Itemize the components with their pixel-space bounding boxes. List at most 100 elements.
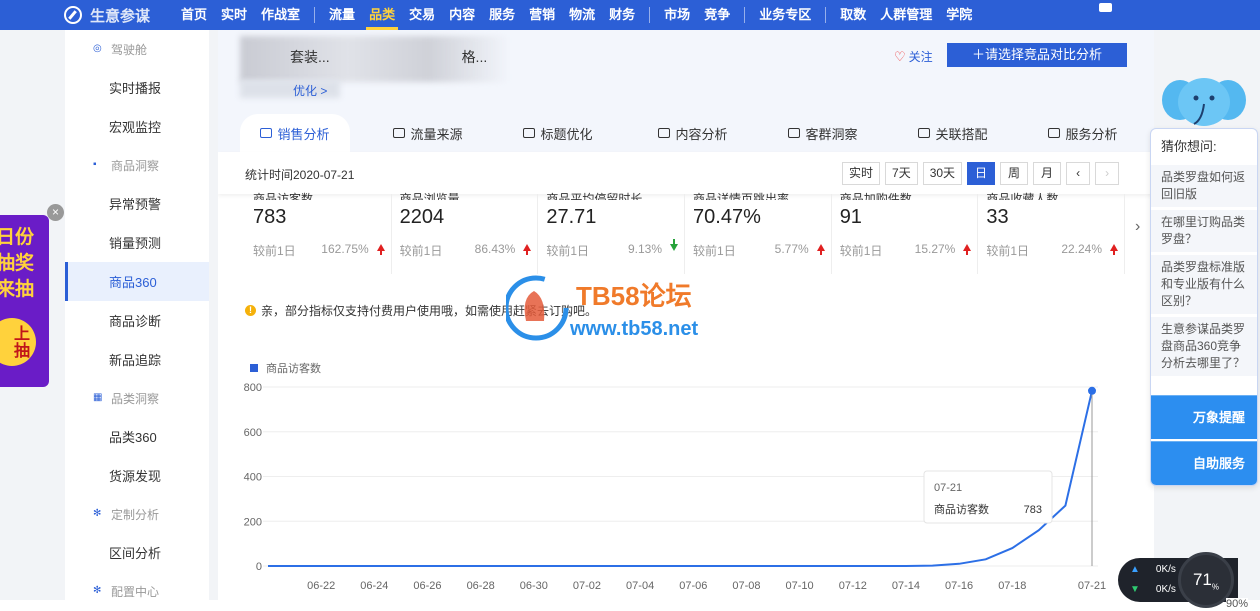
sidebar-group[interactable]: ✻ 定制分析 <box>65 495 209 533</box>
nav-item[interactable]: 学院 <box>939 0 979 30</box>
range-button[interactable]: 7天 <box>885 162 918 185</box>
helper-question[interactable]: 生意参谋品类罗盘商品360竞争分析去哪里了？ <box>1151 317 1257 376</box>
chevron-right-icon[interactable]: › <box>1135 218 1140 236</box>
sidebar-item[interactable]: 宏观监控 <box>65 107 209 146</box>
plus-icon: ＋ <box>971 47 985 62</box>
upload-unit: K/s <box>1161 564 1176 575</box>
nav-item[interactable]: 服务 <box>482 0 522 30</box>
follow-button[interactable]: ♡ 关注 <box>894 48 933 65</box>
metric-card[interactable]: 商品访客数 783 较前1日 162.75% <box>245 192 392 274</box>
nav-item[interactable]: 实时 <box>214 0 254 30</box>
helper-question[interactable]: 品类罗盘如何返回旧版 <box>1151 165 1257 207</box>
nav-separator <box>825 7 827 23</box>
metric-card[interactable]: 商品详情页跳出率 70.47% 较前1日 5.77% <box>685 192 832 274</box>
metric-card[interactable]: 商品浏览量 2204 较前1日 86.43% <box>392 192 539 274</box>
tab-6[interactable]: 服务分析 <box>1028 114 1138 152</box>
sidebar-group[interactable]: ▦ 品类洞察 <box>65 379 209 417</box>
nav-item[interactable]: 业务专区 <box>752 0 818 30</box>
download-unit: K/s <box>1161 584 1176 595</box>
analysis-tabs: 销售分析 流量来源 标题优化 内容分析 客群洞察 关联搭配 服务分析 <box>218 114 1154 152</box>
range-button[interactable]: 周 <box>1000 162 1029 185</box>
promo-banner[interactable]: 日份 抽奖 来抽 上抽 <box>0 215 49 387</box>
nav-item[interactable]: 人群管理 <box>873 0 939 30</box>
tab-3[interactable]: 内容分析 <box>638 114 748 152</box>
sidebar-group[interactable]: ◎ 驾驶舱 <box>65 30 209 68</box>
y-tick-label: 600 <box>244 427 262 439</box>
sidebar-item[interactable]: 商品360 <box>65 262 209 301</box>
range-button[interactable]: 实时 <box>842 162 881 185</box>
nav-item[interactable]: 竞争 <box>697 0 737 30</box>
tab-2[interactable]: 标题优化 <box>503 114 613 152</box>
reminder-button[interactable]: 万象提醒 <box>1151 395 1257 439</box>
self-service-button[interactable]: 自助服务 <box>1151 441 1257 485</box>
gear-icon: ✻ <box>93 508 102 519</box>
app-logo[interactable]: 生意参谋 <box>64 5 174 26</box>
elephant-mascot-icon[interactable] <box>1160 74 1248 132</box>
sidebar-item[interactable]: 品类360 <box>65 417 209 456</box>
helper-question[interactable]: 在哪里订购品类罗盘？ <box>1151 210 1257 252</box>
compare-competitor-button[interactable]: ＋请选择竞品对比分析 <box>947 43 1127 67</box>
metric-compare-label: 较前1日 <box>986 244 1030 258</box>
watermark-url: www.tb58.net <box>569 318 699 340</box>
stat-time: 统计时间2020-07-21 <box>245 168 355 182</box>
sidebar-item[interactable]: 货源发现 <box>65 456 209 495</box>
tab-5[interactable]: 关联搭配 <box>898 114 1008 152</box>
range-button[interactable]: 30天 <box>922 162 963 185</box>
metric-change: 15.27% <box>914 242 956 256</box>
nav-item[interactable]: 品类 <box>362 0 402 30</box>
tab-icon <box>523 128 536 138</box>
tab-label: 服务分析 <box>1065 126 1118 142</box>
sidebar-item[interactable]: 销量预测 <box>65 223 209 262</box>
tab-1[interactable]: 流量来源 <box>373 114 483 152</box>
metric-compare-label: 较前1日 <box>693 244 736 258</box>
metric-card[interactable]: 商品收藏人数 33 较前1日 22.24% <box>978 192 1126 274</box>
nav-item[interactable]: 作战室 <box>254 0 307 30</box>
nav-item[interactable]: 营销 <box>522 0 562 30</box>
tab-4[interactable]: 客群洞察 <box>768 114 878 152</box>
top-nav: 生意参谋 首页 实时 作战室 流量 品类 交易 内容 服务 营销 物流 财务 市场 竞争 业务专区 取数 人群… <box>0 0 1260 30</box>
promo-line-2: 抽奖 <box>0 253 35 274</box>
watermark-hand-icon <box>524 291 545 321</box>
x-tick-label: 07-08 <box>732 580 760 592</box>
product-title-tail: 格... <box>461 49 488 65</box>
tab-0[interactable]: 销售分析 <box>240 114 350 152</box>
breadcrumb[interactable]: 优化 > <box>293 82 327 99</box>
heart-icon: ♡ <box>894 48 906 64</box>
sidebar-item[interactable]: 区间分析 <box>65 533 209 572</box>
nav-item[interactable]: 财务 <box>602 0 642 30</box>
nav-item[interactable]: 流量 <box>322 0 362 30</box>
info-icon: ! <box>245 305 256 316</box>
arrow-down-icon <box>670 239 679 251</box>
range-button[interactable]: 日 <box>967 162 996 185</box>
range-button[interactable]: 月 <box>1033 162 1062 185</box>
nav-item[interactable]: 内容 <box>442 0 482 30</box>
nav-item[interactable]: 物流 <box>562 0 602 30</box>
metric-compare-label: 较前1日 <box>546 244 590 258</box>
tab-label: 内容分析 <box>675 126 728 142</box>
tab-icon <box>393 128 406 138</box>
nav-item[interactable]: 取数 <box>833 0 873 30</box>
nav-separator <box>744 7 746 23</box>
sidebar-group[interactable]: ▪ 商品洞察 <box>65 146 209 184</box>
metric-card[interactable]: 商品加购件数 91 较前1日 15.27% <box>832 192 979 274</box>
legend-label: 商品访客数 <box>266 363 321 375</box>
metric-compare-label: 较前1日 <box>253 244 296 258</box>
stat-bar: 统计时间2020-07-21 实时 7天 30天日周月 ‹ › <box>218 152 1154 194</box>
nav-item[interactable]: 首页 <box>174 0 214 30</box>
promo-line-1: 日份 <box>0 227 35 248</box>
mail-icon[interactable] <box>1099 3 1112 12</box>
helper-question[interactable]: 品类罗盘标准版和专业版有什么区别？ <box>1151 255 1257 314</box>
metric-card[interactable]: 商品平均停留时长 27.71 较前1日 9.13% <box>538 192 686 274</box>
y-tick-label: 400 <box>244 472 262 484</box>
nav-item[interactable]: 交易 <box>402 0 442 30</box>
visitor-line-chart: 0 200 400 600 800 06-22 06-24 06-26 06-28 06-30 07… <box>244 382 1106 592</box>
close-icon[interactable]: × <box>47 204 64 221</box>
zoom-level[interactable]: 90% <box>1226 598 1249 610</box>
sidebar-item[interactable]: 新品追踪 <box>65 340 209 379</box>
sidebar-item[interactable]: 异常预警 <box>65 184 209 223</box>
sidebar-item[interactable]: 商品诊断 <box>65 301 209 340</box>
sidebar-item[interactable]: 实时播报 <box>65 68 209 107</box>
nav-item[interactable]: 市场 <box>657 0 697 30</box>
prev-date-button[interactable]: ‹ <box>1066 162 1091 185</box>
next-date-button[interactable]: › <box>1095 162 1120 185</box>
